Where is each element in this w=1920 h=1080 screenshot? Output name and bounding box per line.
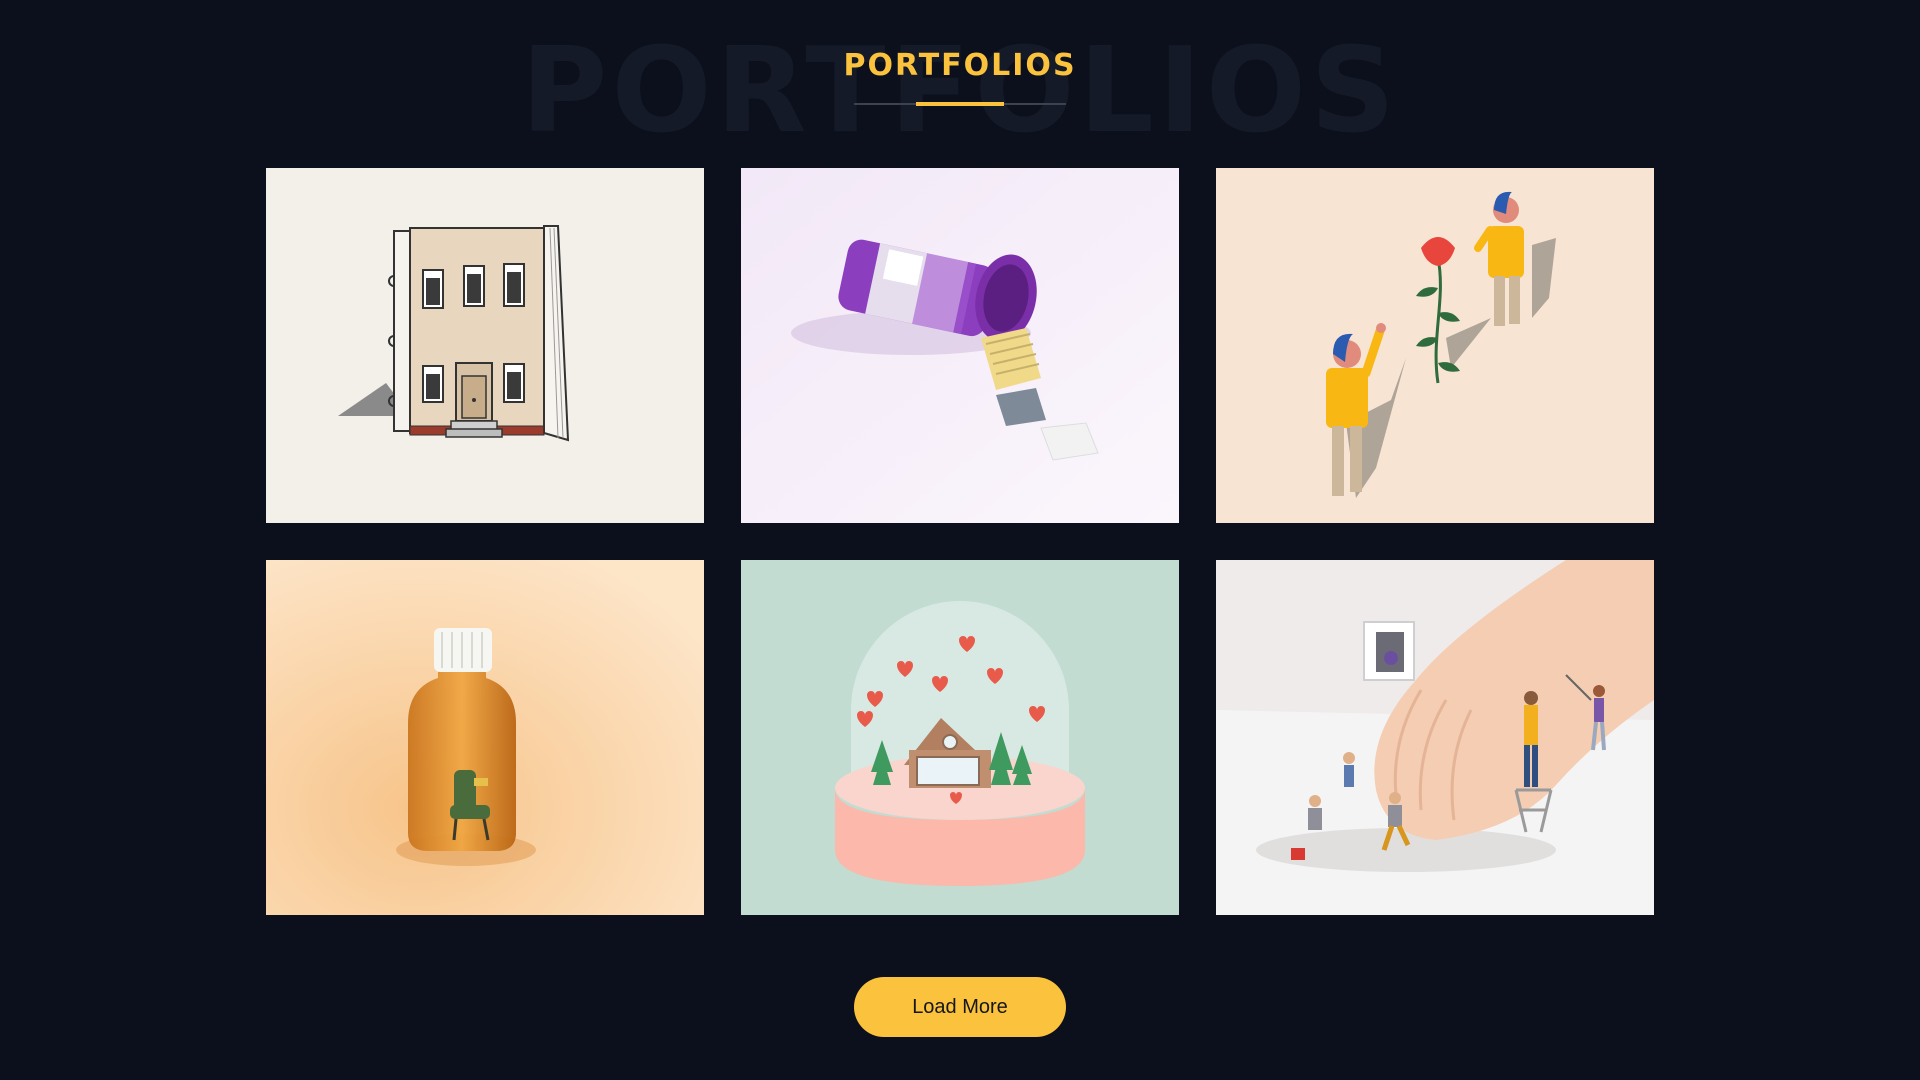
portfolio-grid: [266, 168, 1654, 915]
pill-bottle-illustration: [741, 168, 1179, 523]
load-more-button[interactable]: Load More: [854, 977, 1066, 1037]
portfolio-card-medicine-jar[interactable]: [266, 560, 704, 915]
portfolio-card-people-flower[interactable]: [1216, 168, 1654, 523]
portfolio-card-building[interactable]: [266, 168, 704, 523]
portfolio-card-pill-bottle[interactable]: [741, 168, 1179, 523]
people-flower-illustration: [1216, 168, 1654, 523]
medicine-jar-chair-illustration: [266, 560, 704, 915]
portfolio-card-hand-cleaners[interactable]: [1216, 560, 1654, 915]
section-title: PORTFOLIOS: [843, 48, 1077, 83]
title-underline: [854, 102, 1066, 106]
portfolio-card-snow-globe[interactable]: [741, 560, 1179, 915]
snow-globe-house-illustration: [741, 560, 1179, 915]
portfolio-section: PORTFOLIOS PORTFOLIOS Load More: [0, 0, 1920, 1080]
building-book-illustration: [266, 168, 704, 523]
hand-cleaners-illustration: [1216, 560, 1654, 915]
title-underline-accent: [916, 102, 1004, 106]
